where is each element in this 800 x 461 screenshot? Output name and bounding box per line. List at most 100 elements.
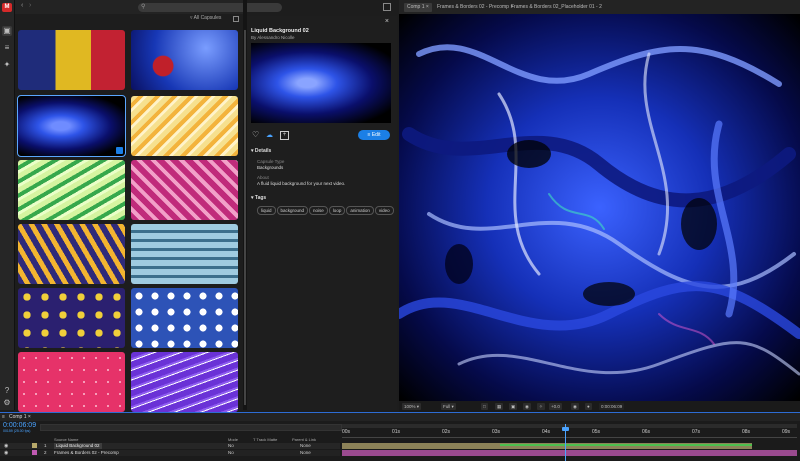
col-track-matte: T Track Matte xyxy=(253,437,278,442)
capsule-author: By Alessandro Nicolle xyxy=(251,35,295,40)
back-icon[interactable]: ‹ xyxy=(21,2,23,9)
layer-row[interactable]: ◉ 2 Frames & Borders 02 - Precomp No Non… xyxy=(0,450,340,456)
ruler-tick: 06s xyxy=(642,429,651,435)
capsule-tile-pink-chevrons[interactable] xyxy=(131,160,238,220)
capsule-tile-blue-waves[interactable] xyxy=(131,224,238,284)
details-panel: × Liquid Background 02 By Alessandro Nic… xyxy=(247,16,397,410)
capsule-title: Liquid Background 02 xyxy=(251,28,309,34)
tag-chip[interactable]: noise xyxy=(309,206,328,215)
camera-icon[interactable]: ◉ xyxy=(571,403,579,410)
zoom-select[interactable]: 100% ▾ xyxy=(402,403,422,410)
layer-name[interactable]: Liquid Background 02 xyxy=(54,443,102,449)
time-ruler[interactable]: 00s 01s 02s 03s 04s 05s 06s 07s 08s 09s xyxy=(342,429,797,438)
ruler-tick: 03s xyxy=(492,429,501,435)
capsule-tile-purple-waves[interactable] xyxy=(131,352,238,412)
app-logo: M xyxy=(2,3,12,12)
capsule-preview xyxy=(251,43,391,123)
about-label: About xyxy=(257,175,269,180)
add-icon[interactable]: + xyxy=(280,131,289,140)
tag-chip[interactable]: liquid xyxy=(257,206,276,215)
channel-icon[interactable]: ◉ xyxy=(523,403,531,410)
timeline-search-input[interactable] xyxy=(40,424,342,431)
viewer-bar: 100% ▾ Full ▾ □ ▦ ▣ ◉ ✧ +0.0 ◉ ● 0:00:06… xyxy=(399,401,800,412)
ruler-tick: 08s xyxy=(742,429,751,435)
library-icon[interactable]: ▣ xyxy=(2,26,12,36)
snapshot-icon[interactable]: ● xyxy=(585,403,592,410)
capsule-tile-zigzag[interactable] xyxy=(18,224,125,284)
forward-icon[interactable]: › xyxy=(29,2,31,9)
close-icon[interactable]: × xyxy=(28,414,31,420)
liquid-render xyxy=(399,14,800,401)
viewer-timecode[interactable]: 0:00:06:09 xyxy=(599,403,625,410)
layer-number: 2 xyxy=(44,450,47,455)
playhead-handle[interactable] xyxy=(562,427,569,431)
tag-chip[interactable]: video xyxy=(374,206,394,215)
capsule-tile-yellow-stripes[interactable] xyxy=(131,96,238,156)
help-icon[interactable]: ? xyxy=(2,386,12,396)
grid-icon[interactable]: ▦ xyxy=(495,403,504,410)
current-time[interactable]: 0:00:06:09 xyxy=(3,422,36,429)
capsule-type-label: Capsule Type xyxy=(257,159,285,164)
capsule-tile-yellow-diamonds[interactable] xyxy=(18,288,125,348)
filter-dropdown[interactable]: ▿ All Capsules xyxy=(190,15,221,23)
eye-icon[interactable]: ◉ xyxy=(4,450,8,456)
layer-name[interactable]: Frames & Borders 02 - Precomp xyxy=(54,450,119,456)
work-area-bar[interactable] xyxy=(342,424,797,428)
ruler-tick: 07s xyxy=(692,429,701,435)
maximize-icon[interactable] xyxy=(383,3,391,11)
left-rail: M ▣ ≡ ✦ ? ⚙ xyxy=(0,0,15,410)
gear-icon[interactable]: ⚙ xyxy=(2,398,12,408)
tags-heading[interactable]: ▾ Tags xyxy=(251,195,266,201)
layer-mode[interactable]: No xyxy=(228,450,234,456)
composition-viewer[interactable] xyxy=(399,14,800,401)
menu-icon[interactable]: ≡ xyxy=(2,414,5,420)
tab-comp-1[interactable]: Comp 1 × xyxy=(404,3,432,12)
cloud-download-icon[interactable]: ☁ xyxy=(266,131,273,139)
capsule-type-value: Backgrounds xyxy=(257,165,284,170)
close-icon[interactable]: × xyxy=(385,18,389,25)
label-color-swatch[interactable] xyxy=(32,443,37,448)
exposure-icon[interactable]: ✧ xyxy=(537,403,545,410)
label-color-swatch[interactable] xyxy=(32,450,37,455)
ruler-tick: 00s xyxy=(342,429,351,435)
close-icon[interactable]: × xyxy=(426,4,429,10)
resolution-select[interactable]: Full ▾ xyxy=(441,403,456,410)
tag-chip[interactable]: loop xyxy=(328,206,346,215)
grid-view-icon[interactable] xyxy=(233,16,239,22)
viewer-tabs: Comp 1 × Frames & Borders 02 - Precomp ×… xyxy=(399,0,800,14)
col-parent: Parent & Link xyxy=(292,437,317,442)
search-input[interactable]: ⚲ xyxy=(138,3,282,12)
search-icon: ⚲ xyxy=(141,4,146,10)
details-heading[interactable]: ▾ Details xyxy=(251,148,271,154)
wrench-icon[interactable]: ✦ xyxy=(2,60,12,70)
about-value: A fluid liquid background for your next … xyxy=(257,181,346,186)
tab-precomp[interactable]: Frames & Borders 02 - Precomp × xyxy=(437,3,513,12)
heart-icon[interactable]: ♡ xyxy=(252,130,259,139)
grid-scrollbar[interactable] xyxy=(244,30,246,405)
capsule-tile-pink-dots[interactable] xyxy=(18,352,125,412)
tab-placeholder[interactable]: Frames & Borders 02_Placeholder 01 - 2 xyxy=(511,3,602,12)
layer-mode[interactable]: No xyxy=(228,443,234,449)
capsule-tile-stars[interactable] xyxy=(131,288,238,348)
sliders-icon[interactable]: ≡ xyxy=(2,43,12,53)
layer-parent[interactable]: None xyxy=(300,443,311,449)
capsule-tile-liquid-background-02[interactable] xyxy=(17,95,126,157)
region-icon[interactable]: □ xyxy=(481,403,488,410)
selected-badge-icon xyxy=(116,147,123,154)
ruler-tick: 04s xyxy=(542,429,551,435)
mask-icon[interactable]: ▣ xyxy=(509,403,518,410)
layer-row[interactable]: ◉ 1 Liquid Background 02 No None xyxy=(0,443,340,449)
ruler-tick: 09s xyxy=(782,429,791,435)
eye-icon[interactable]: ◉ xyxy=(4,443,8,449)
capsule-tile-green-waves[interactable] xyxy=(18,160,125,220)
tag-chip[interactable]: background xyxy=(276,206,309,215)
tab-comp-1[interactable]: Comp 1 × xyxy=(9,414,31,420)
exposure-value[interactable]: +0.0 xyxy=(549,403,562,410)
layer-parent[interactable]: None xyxy=(300,450,311,456)
edit-button[interactable]: ≡ Edit xyxy=(358,130,390,140)
layer-bar-2[interactable] xyxy=(342,450,797,456)
tag-chip[interactable]: animation xyxy=(346,206,374,215)
capsule-tile-flag[interactable] xyxy=(18,30,125,90)
capsule-tile-blue-liquid[interactable] xyxy=(131,30,238,90)
tag-list: liquid background noise loop animation video xyxy=(257,206,397,217)
